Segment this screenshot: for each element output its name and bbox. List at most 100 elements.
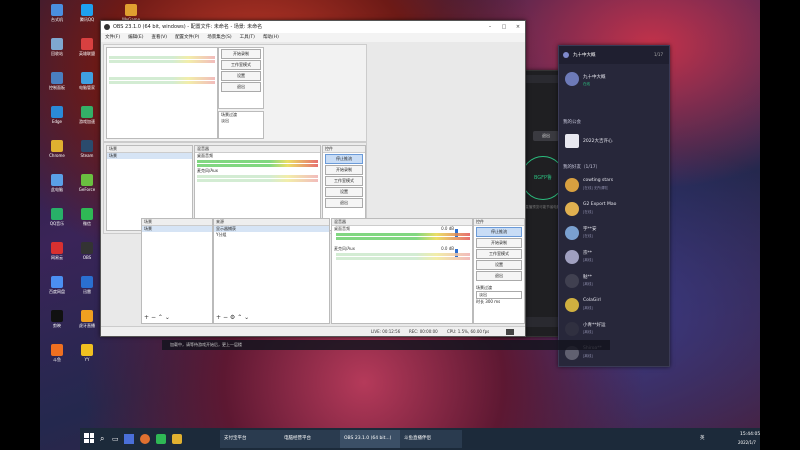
menu-item[interactable]: 场景集合(S) bbox=[207, 35, 231, 40]
preview-btn-exit: 退出 bbox=[221, 82, 261, 92]
folder-icon[interactable] bbox=[172, 434, 182, 444]
clock-time[interactable]: 15:44:05 bbox=[740, 431, 760, 439]
clock-date[interactable]: 2022/1/7 bbox=[738, 439, 756, 447]
app-icon bbox=[81, 310, 93, 322]
search-icon[interactable]: ⌕ bbox=[100, 430, 104, 448]
taskbar-app-4[interactable]: 斗鱼直播伴侣 bbox=[400, 430, 462, 448]
friends-section-title[interactable]: 我的好友（1/17） bbox=[563, 164, 600, 170]
friend-item[interactable]: 宇**安 [在线] bbox=[559, 224, 659, 242]
friend-item[interactable]: cowting stars [在线] 无所谓啦 bbox=[559, 176, 659, 194]
language-indicator[interactable]: 英 bbox=[700, 430, 705, 448]
desktop-icon[interactable]: Steam bbox=[72, 140, 102, 158]
friend-avatar bbox=[565, 274, 579, 288]
up-icon[interactable]: ⌃ bbox=[237, 314, 242, 321]
gear-icon[interactable]: ⚙ bbox=[230, 314, 235, 321]
controls-dock: 控件 停止推流 开始录制 工作室模式 设置 退出 场景过渡 淡出 时长 300 … bbox=[473, 218, 525, 324]
friend-item[interactable]: 宗** [离线] bbox=[559, 248, 659, 266]
exit-button[interactable]: 退出 bbox=[476, 271, 522, 281]
app-icon bbox=[81, 106, 93, 118]
wechat-icon[interactable] bbox=[156, 434, 166, 444]
desktop-icon[interactable]: 虎牙直播 bbox=[72, 310, 102, 328]
desktop-icon-label: 腾讯QQ bbox=[79, 17, 95, 22]
menu-item[interactable]: 配置文件(P) bbox=[175, 35, 199, 40]
remove-icon[interactable]: − bbox=[151, 314, 156, 321]
friend-item[interactable]: ColaGirl [离线] bbox=[559, 296, 659, 314]
taskbar-app-obs[interactable]: OBS 23.1.0 (64 bit...) bbox=[340, 430, 402, 448]
desktop-icon[interactable]: Edge bbox=[42, 106, 72, 124]
desktop-icon[interactable]: 游戏加速 bbox=[72, 106, 102, 124]
duration-row: 时长 300 ms bbox=[474, 299, 524, 305]
desktop-icon-label: 台式机 bbox=[51, 17, 63, 22]
desktop-icon[interactable]: 控制面板 bbox=[42, 72, 72, 90]
desktop-icon[interactable]: 腾讯QQ bbox=[72, 4, 102, 22]
taskbar-app-2[interactable]: 电脑经营平台 bbox=[280, 430, 342, 448]
stop-stream-button[interactable]: 停止推流 bbox=[476, 227, 522, 237]
desktop-icon[interactable]: 网易云 bbox=[42, 242, 72, 260]
studio-mode-button[interactable]: 工作室模式 bbox=[476, 249, 522, 259]
desktop-icon-label: Steam bbox=[80, 153, 94, 158]
desktop-icon[interactable]: 电脑管家 bbox=[72, 72, 102, 90]
desktop: 台式机腾讯QQWeGame回收站英雄联盟控制面板电脑管家Edge游戏加速Chro… bbox=[40, 0, 760, 450]
maximize-icon[interactable]: □ bbox=[497, 21, 511, 33]
page-counter: 1/17 bbox=[654, 52, 663, 57]
friends-window: 九十中大概 1/17 九十中大概 在线 我的公会 2022大吉许心 我的好友（1… bbox=[558, 45, 670, 367]
down-icon[interactable]: ⌄ bbox=[244, 314, 249, 321]
preview-controls-title: 控件 bbox=[323, 146, 365, 153]
profile-avatar bbox=[565, 72, 579, 86]
desktop-icon[interactable]: 百度网盘 bbox=[42, 276, 72, 294]
desktop-icon[interactable]: 英雄联盟 bbox=[72, 38, 102, 56]
desktop-icon[interactable]: 此电脑 bbox=[42, 174, 72, 192]
friend-status: [离线] bbox=[583, 330, 593, 334]
start-icon[interactable] bbox=[84, 433, 94, 443]
desktop-icon[interactable]: GeForce bbox=[72, 174, 102, 192]
taskbar-app-1[interactable]: 支付宝平台 bbox=[220, 430, 282, 448]
desktop-icon-label: YY bbox=[84, 357, 90, 362]
start-record-button[interactable]: 开始录制 bbox=[476, 238, 522, 248]
transition-select[interactable]: 淡出 bbox=[476, 291, 522, 299]
exit-button[interactable]: 退出 bbox=[533, 131, 559, 141]
menu-item[interactable]: 帮助(H) bbox=[263, 35, 279, 40]
guild-item[interactable]: 2022大吉许心 bbox=[559, 132, 669, 150]
add-icon[interactable]: + bbox=[144, 314, 149, 321]
add-icon[interactable]: + bbox=[216, 314, 221, 321]
menu-item[interactable]: 编辑(E) bbox=[128, 35, 143, 40]
app-icon bbox=[81, 174, 93, 186]
friend-item[interactable]: G2 Export Mao [在线] bbox=[559, 200, 659, 218]
desktop-icon[interactable]: YY bbox=[72, 344, 102, 362]
scene-item[interactable]: 场景 bbox=[142, 226, 212, 232]
friend-item[interactable]: 骷** [离线] bbox=[559, 272, 659, 290]
bitrate-indicator bbox=[506, 328, 514, 335]
settings-button[interactable]: 设置 bbox=[476, 260, 522, 270]
desktop-icon[interactable]: OBS bbox=[72, 242, 102, 260]
desktop-icon[interactable]: 台式机 bbox=[42, 4, 72, 22]
desktop-icon[interactable]: 微信 bbox=[72, 208, 102, 226]
live-timer: LIVE: 00:12:56 bbox=[371, 329, 401, 334]
task-view-icon[interactable]: ▭ bbox=[112, 430, 119, 448]
friend-item[interactable]: 小青**好运 [离线] bbox=[559, 320, 659, 338]
desktop-icon[interactable]: 斗鱼 bbox=[42, 344, 72, 362]
desktop-icon[interactable]: Chrome bbox=[42, 140, 72, 158]
desktop-icon-label: Chrome bbox=[49, 153, 65, 158]
browser-icon[interactable] bbox=[140, 434, 150, 444]
friend-avatar bbox=[565, 250, 579, 264]
remove-icon[interactable]: − bbox=[223, 314, 228, 321]
friend-name: 骷** bbox=[583, 275, 592, 280]
desktop-icon[interactable]: 剪映 bbox=[42, 310, 72, 328]
source-item-group[interactable]: Y分组 bbox=[214, 232, 329, 238]
desktop-icon[interactable]: 迅雷 bbox=[72, 276, 102, 294]
guild-section-title[interactable]: 我的公会 bbox=[563, 119, 581, 125]
friend-name: G2 Export Mao bbox=[583, 202, 617, 207]
up-icon[interactable]: ⌃ bbox=[158, 314, 163, 321]
menu-item[interactable]: 工具(T) bbox=[240, 35, 255, 40]
close-icon[interactable]: × bbox=[511, 21, 525, 33]
app-pinned-icon[interactable] bbox=[124, 434, 134, 444]
down-icon[interactable]: ⌄ bbox=[165, 314, 170, 321]
desktop-icon[interactable]: QQ音乐 bbox=[42, 208, 72, 226]
friend-status: [离线] bbox=[583, 306, 593, 310]
duration-input[interactable]: 300 ms bbox=[485, 299, 500, 304]
minimize-icon[interactable]: – bbox=[483, 21, 497, 33]
menu-item[interactable]: 文件(F) bbox=[105, 35, 120, 40]
obs-titlebar: OBS 23.1.0 (64 bit, windows) - 配置文件: 未命名… bbox=[101, 21, 525, 33]
menu-item[interactable]: 查看(V) bbox=[151, 35, 167, 40]
desktop-icon[interactable]: 回收站 bbox=[42, 38, 72, 56]
